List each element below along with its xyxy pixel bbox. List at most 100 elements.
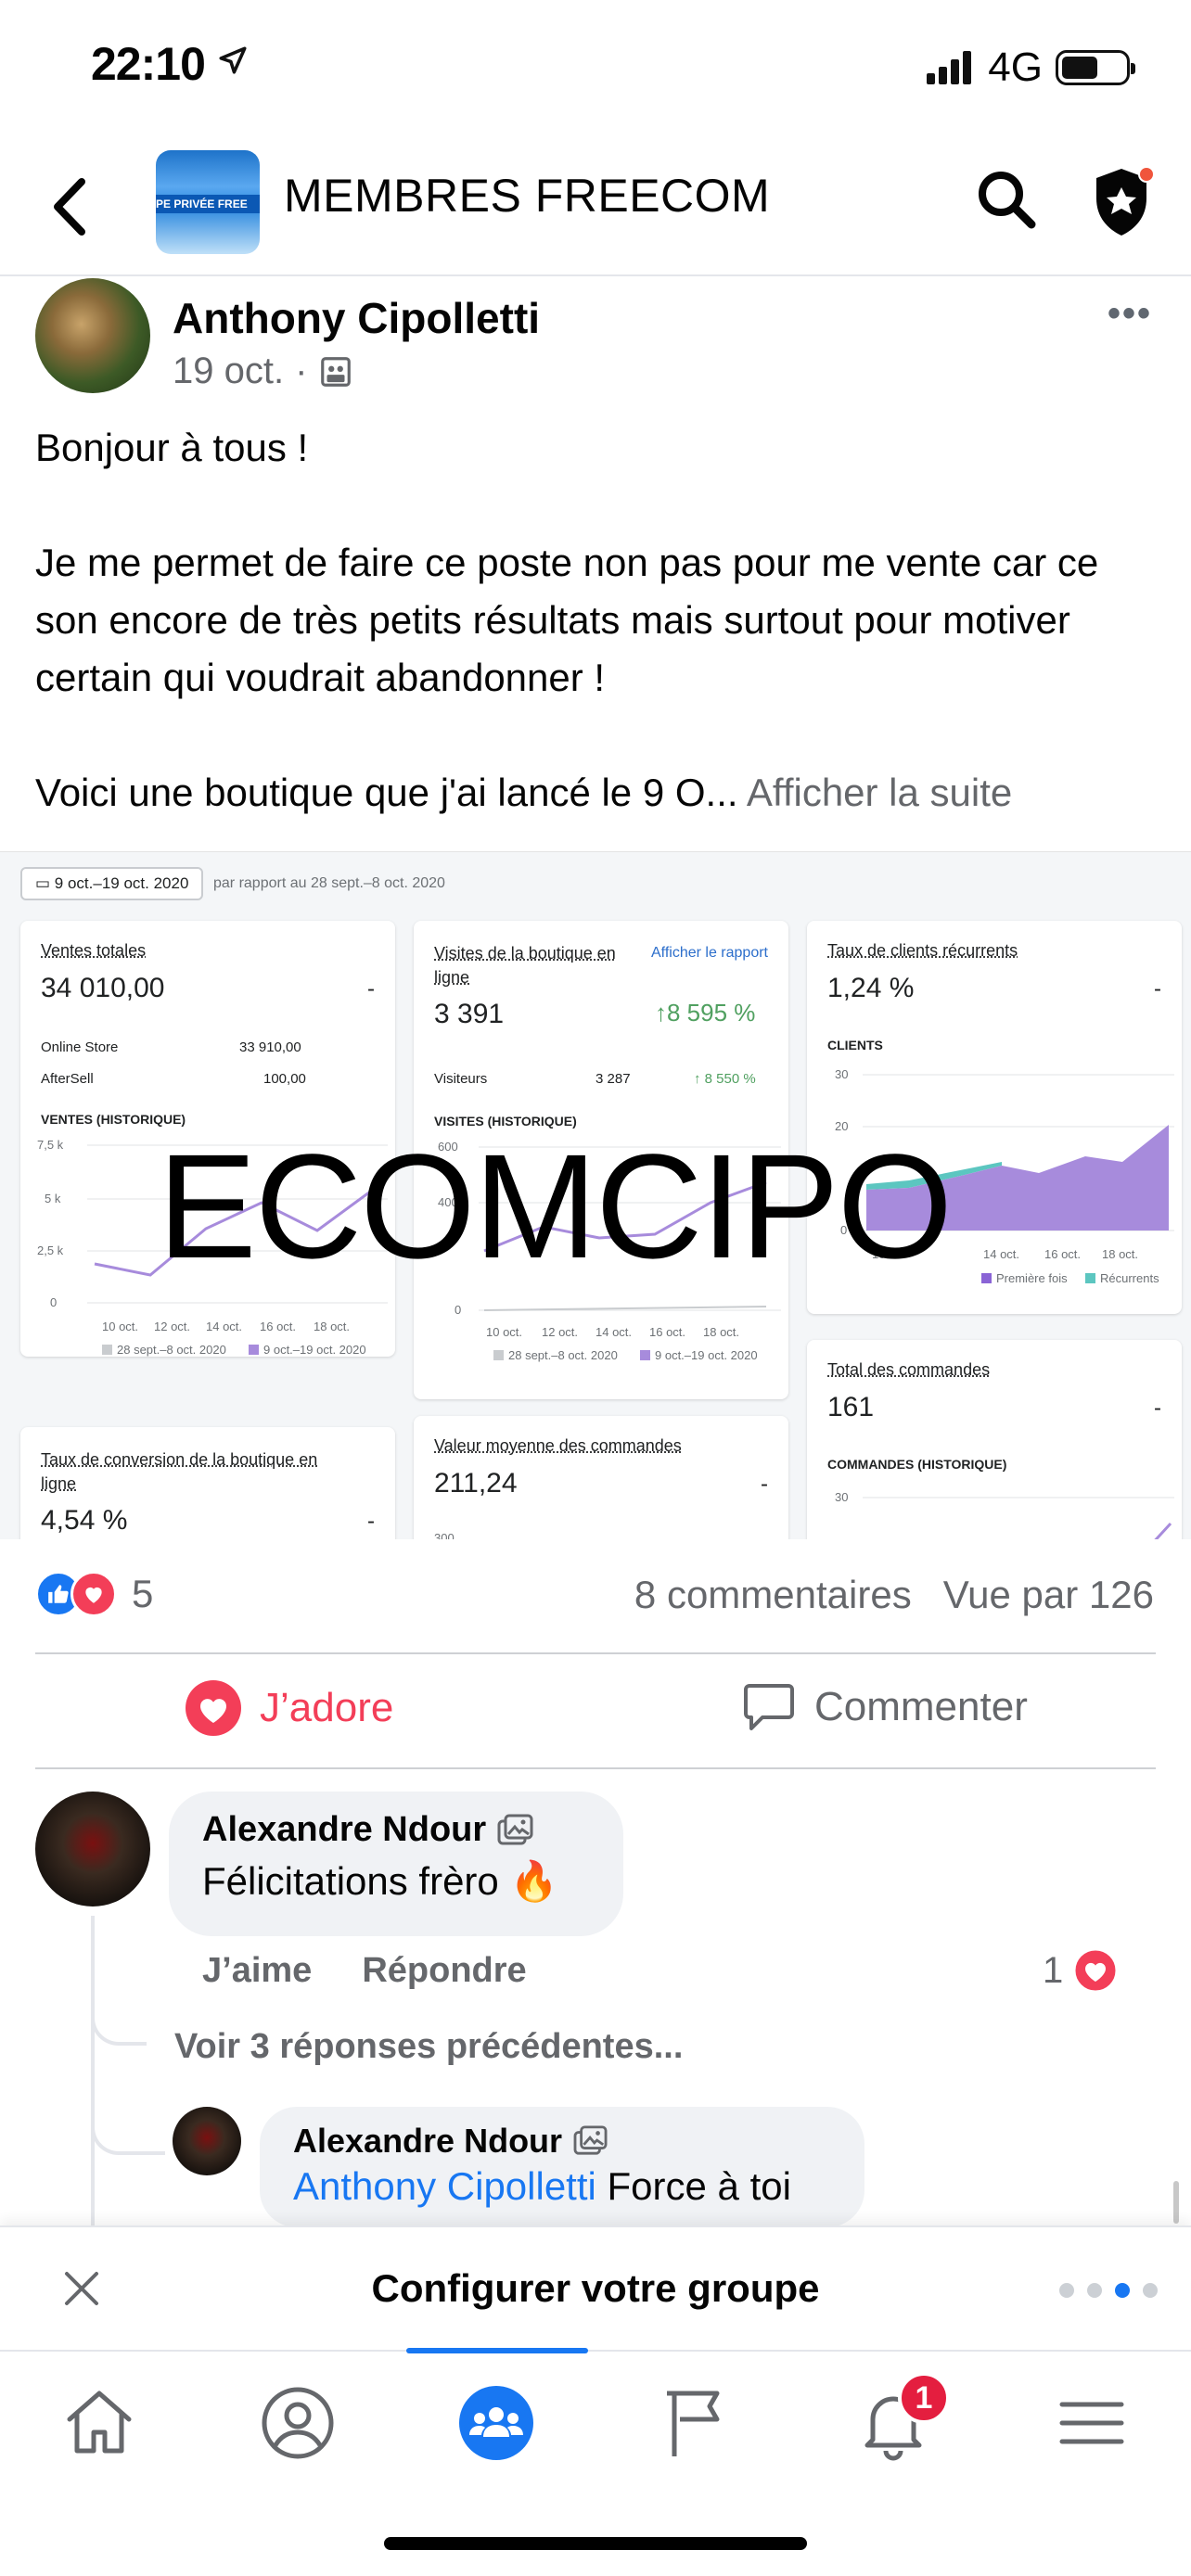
sales-ytick: 0 [50,1295,57,1309]
profile-icon [262,2387,334,2459]
group-title[interactable]: MEMBRES FREECOM [284,169,770,223]
location-arrow-icon [219,46,247,74]
customers-xtick: 16 oct. [1044,1247,1081,1261]
sales-ytick: 2,5 k [37,1243,64,1257]
customers-xtick: 18 oct. [1102,1247,1138,1261]
love-button[interactable]: J’adore [184,1678,393,1738]
post-paragraph: Bonjour à tous ! [35,426,309,469]
customers-ytick: 30 [835,1067,848,1081]
image-comment-icon [497,1814,533,1844]
comment-bubble[interactable]: Alexandre Ndour Félicitations frèro 🔥 [169,1792,623,1936]
comment-actions: J’aime Répondre [202,1951,527,1991]
image-watermark: ECOMCIPO [158,1123,953,1289]
comment-author[interactable]: Alexandre Ndour [202,1810,558,1850]
comment-reactions[interactable]: 1 [1043,1947,1119,1994]
comment-reaction-count: 1 [1043,1949,1064,1991]
tab-menu[interactable] [1041,2372,1143,2474]
cellular-signal-icon [927,51,972,84]
back-chevron-icon[interactable] [45,172,95,241]
reply-author[interactable]: Alexandre Ndour [293,2122,791,2161]
author-avatar[interactable] [35,278,150,393]
love-reaction-icon [186,1680,241,1736]
svg-text:28 sept.–8 oct. 2020: 28 sept.–8 oct. 2020 [117,1343,226,1357]
sales-xtick: 12 oct. [154,1320,190,1333]
sales-xtick: 14 oct. [206,1320,242,1333]
admin-shield-icon[interactable] [1087,161,1156,239]
comment-button[interactable]: Commenter [742,1680,1028,1734]
reaction-count: 5 [132,1572,154,1615]
thread-connector [91,2103,165,2155]
home-indicator [384,2537,807,2550]
tab-pages[interactable] [644,2372,746,2474]
sales-ytick: 7,5 k [37,1138,64,1152]
love-reaction-icon [1072,1947,1119,1994]
comment-text: Félicitations frèro 🔥 [202,1859,558,1903]
visits-xtick: 18 oct. [703,1325,739,1339]
post-more-icon[interactable]: ••• [1108,293,1152,335]
post-image-dashboard[interactable]: ▭ 9 oct.–19 oct. 2020 par rapport au 28 … [0,851,1191,1539]
card-conversion-rate: Taux de conversion de la boutique en lig… [20,1427,395,1539]
tab-groups[interactable] [445,2372,547,2474]
active-tab-indicator [406,2348,588,2353]
sales-ytick: 5 k [45,1192,61,1205]
card-average-order-value: Valeur moyenne des commandes 211,24 - 30… [414,1416,788,1539]
post-body: Bonjour à tous ! Je me permet de faire c… [35,419,1158,822]
flag-icon [667,2391,720,2456]
comment-bubble-icon [744,1684,794,1730]
visits-xtick: 12 oct. [542,1325,578,1339]
commenter-avatar[interactable] [35,1792,150,1906]
sales-xtick: 10 oct. [102,1320,138,1333]
visits-ytick: 0 [455,1303,461,1317]
view-previous-replies-link[interactable]: Voir 3 réponses précédentes... [174,2027,683,2067]
svg-text:Récurrents: Récurrents [1100,1271,1159,1285]
love-button-label: J’adore [260,1685,394,1730]
reply-text: Anthony Cipolletti Force à toi [293,2164,791,2208]
seen-by-link[interactable]: Vue par 126 [943,1573,1154,1617]
svg-text:Première fois: Première fois [996,1271,1068,1285]
see-more-link[interactable]: Afficher la suite [747,771,1012,814]
mention-link[interactable]: Anthony Cipolletti [293,2164,596,2208]
tab-notifications[interactable]: 1 [842,2372,950,2474]
visits-xtick: 10 oct. [486,1325,522,1339]
post-paragraph: Je me permet de faire ce poste non pas p… [35,541,1099,699]
battery-icon [1056,50,1135,85]
tab-profile[interactable] [247,2372,349,2474]
reaction-summary[interactable]: 5 [35,1571,153,1617]
visits-xtick: 14 oct. [596,1325,632,1339]
reply-bubble[interactable]: Alexandre Ndour Anthony Cipolletti Force… [260,2107,864,2227]
visits-xtick: 16 oct. [649,1325,685,1339]
banner-title: Configurer votre groupe [371,2266,820,2310]
reply-avatar[interactable] [173,2107,241,2175]
sales-xtick: 16 oct. [260,1320,296,1333]
status-indicators: 4G [927,45,1135,91]
setup-group-banner[interactable]: Configurer votre groupe [0,2225,1191,2350]
scrollbar[interactable] [1173,2181,1179,2224]
customers-xtick: 14 oct. [983,1247,1019,1261]
comment-like-link[interactable]: J’aime [202,1951,312,1991]
group-header: PE PRIVÉE FREE MEMBRES FREECOM [0,139,1191,276]
divider [35,1652,1156,1654]
love-reaction-icon [70,1571,117,1617]
svg-text:30: 30 [835,1490,848,1504]
group-cover-thumbnail[interactable]: PE PRIVÉE FREE [156,150,260,254]
comments-count-link[interactable]: 8 commentaires [634,1573,912,1617]
image-comment-icon [573,2125,608,2155]
comment-reply-link[interactable]: Répondre [362,1951,526,1991]
post-stats: 8 commentaires Vue par 126 [634,1573,1154,1617]
sales-xtick: 18 oct. [314,1320,350,1333]
card-total-orders: Total des commandes 161 - COMMANDES (HIS… [807,1340,1182,1539]
orders-series-current [1154,1522,1172,1539]
menu-icon [1059,2402,1124,2444]
post-meta: 19 oct. · [173,351,353,392]
tab-home[interactable] [48,2372,150,2474]
network-label: 4G [988,45,1043,90]
svg-text:28 sept.–8 oct. 2020: 28 sept.–8 oct. 2020 [508,1348,618,1362]
post-date[interactable]: 19 oct. [173,351,284,392]
post-author-name[interactable]: Anthony Cipolletti [173,293,540,343]
search-icon[interactable] [972,165,1041,234]
visits-series-previous [483,1306,767,1311]
thread-connector [91,1994,147,2046]
status-time: 22:10 [91,37,249,91]
comment-button-label: Commenter [814,1684,1028,1729]
home-icon [67,2391,132,2454]
